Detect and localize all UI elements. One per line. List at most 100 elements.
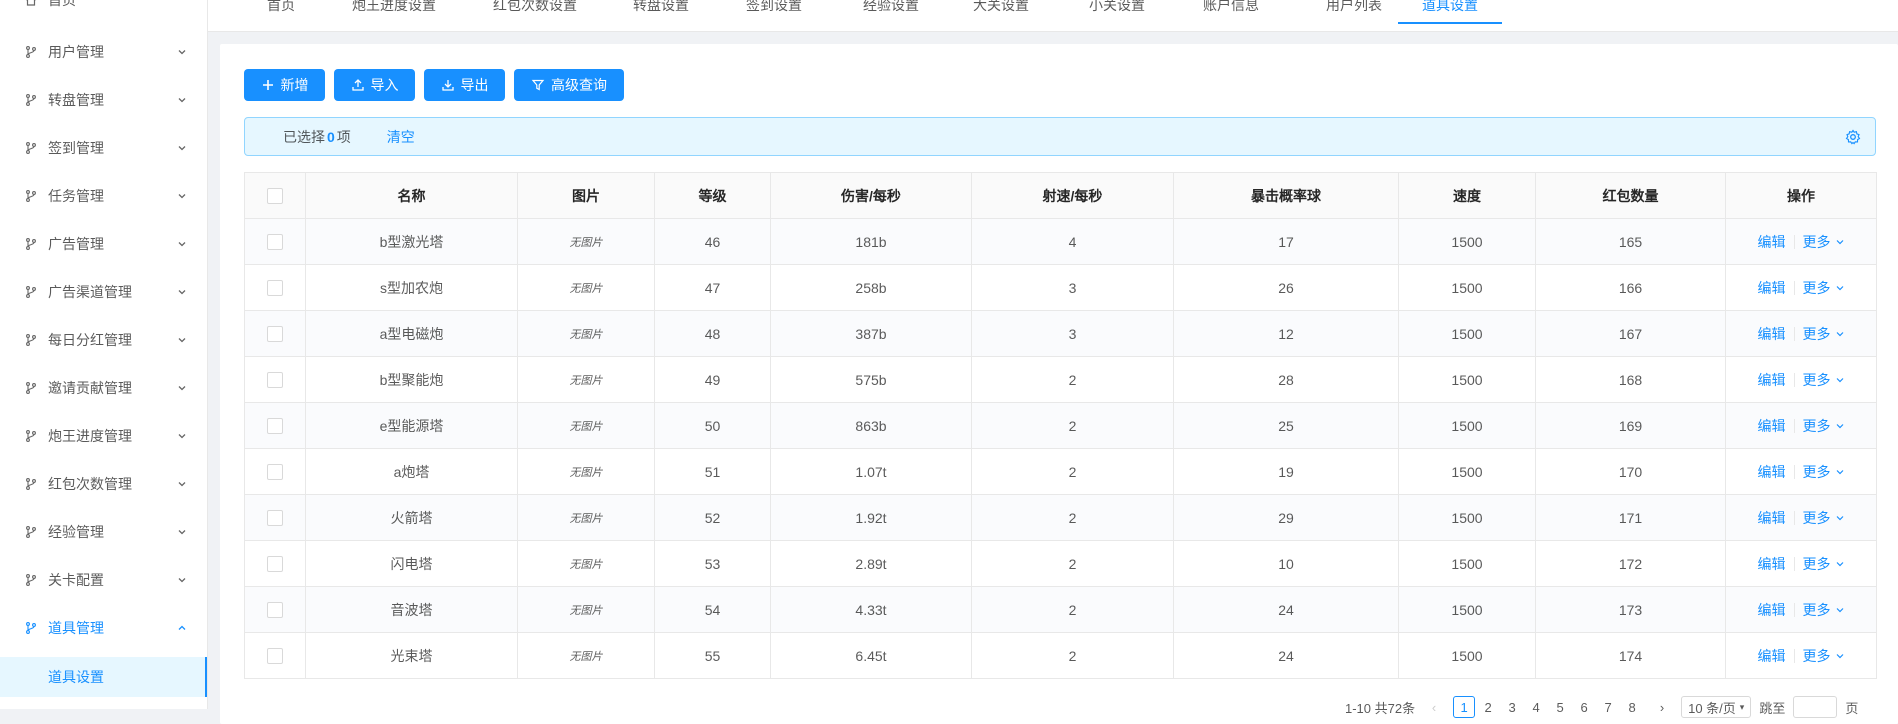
edit-link[interactable]: 编辑 bbox=[1758, 462, 1786, 482]
tab-7[interactable]: 小关设置 bbox=[1077, 0, 1157, 24]
chevron-down-icon bbox=[1836, 331, 1843, 336]
edit-link[interactable]: 编辑 bbox=[1758, 646, 1786, 666]
page-8-button[interactable]: 8 bbox=[1621, 696, 1643, 718]
add-button[interactable]: 新增 bbox=[244, 69, 325, 101]
jump-input[interactable] bbox=[1793, 696, 1838, 718]
sidebar-item-ads[interactable]: 广告管理 bbox=[0, 224, 207, 264]
cell-speed: 1500 bbox=[1398, 586, 1536, 633]
page-7-button[interactable]: 7 bbox=[1597, 696, 1619, 718]
branch-icon bbox=[24, 477, 38, 491]
tab-4[interactable]: 签到设置 bbox=[734, 0, 814, 24]
edit-link[interactable]: 编辑 bbox=[1758, 600, 1786, 620]
row-checkbox[interactable] bbox=[267, 556, 283, 573]
cell-redpack: 174 bbox=[1535, 632, 1726, 679]
more-dropdown[interactable]: 更多 bbox=[1803, 554, 1845, 574]
chevron-down-icon bbox=[1836, 469, 1843, 474]
more-dropdown[interactable]: 更多 bbox=[1803, 416, 1845, 436]
cell-rate-text: 2 bbox=[1068, 647, 1077, 664]
page-6-button[interactable]: 6 bbox=[1573, 696, 1595, 718]
sidebar-item-redpack-count[interactable]: 红包次数管理 bbox=[0, 464, 207, 504]
sidebar-item-label: 转盘管理 bbox=[48, 92, 104, 108]
more-dropdown[interactable]: 更多 bbox=[1803, 462, 1845, 482]
sidebar-item-cannon-progress[interactable]: 炮王进度管理 bbox=[0, 416, 207, 456]
sidebar-item-daily-dividend[interactable]: 每日分红管理 bbox=[0, 320, 207, 360]
clear-selection-link[interactable]: 清空 bbox=[387, 127, 415, 147]
edit-link[interactable]: 编辑 bbox=[1758, 554, 1786, 574]
sidebar-item-props[interactable]: 道具管理 bbox=[0, 608, 207, 648]
cell-image-text: 无图片 bbox=[569, 605, 603, 617]
tab-9[interactable]: 用户列表 bbox=[1314, 0, 1394, 24]
more-dropdown[interactable]: 更多 bbox=[1803, 370, 1845, 390]
tab-5[interactable]: 经验设置 bbox=[851, 0, 931, 24]
sidebar-item-levels[interactable]: 关卡配置 bbox=[0, 560, 207, 600]
add-button-label: 新增 bbox=[280, 77, 309, 93]
more-dropdown[interactable]: 更多 bbox=[1803, 324, 1845, 344]
cell-crit-text: 24 bbox=[1278, 601, 1294, 618]
more-dropdown[interactable]: 更多 bbox=[1803, 508, 1845, 528]
sidebar-item-invite[interactable]: 邀请贡献管理 bbox=[0, 368, 207, 408]
more-dropdown[interactable]: 更多 bbox=[1803, 232, 1845, 252]
more-dropdown[interactable]: 更多 bbox=[1803, 646, 1845, 666]
page-1-button[interactable]: 1 bbox=[1453, 696, 1476, 718]
row-checkbox[interactable] bbox=[267, 372, 283, 389]
row-checkbox[interactable] bbox=[267, 602, 283, 619]
chevron-down-icon bbox=[176, 286, 188, 298]
advanced-query-button[interactable]: 高级查询 bbox=[514, 69, 624, 101]
edit-link[interactable]: 编辑 bbox=[1758, 278, 1786, 298]
edit-link[interactable]: 编辑 bbox=[1758, 508, 1786, 528]
select-all-checkbox[interactable] bbox=[267, 188, 283, 205]
page-size-select[interactable]: 10 条/页 ▾ bbox=[1681, 696, 1752, 718]
cell-crit-text: 17 bbox=[1278, 233, 1294, 250]
cell-name-text: e型能源塔 bbox=[379, 417, 444, 434]
row-checkbox[interactable] bbox=[267, 280, 283, 297]
edit-link[interactable]: 编辑 bbox=[1758, 324, 1786, 344]
sidebar-item-wheel[interactable]: 转盘管理 bbox=[0, 80, 207, 120]
cell-speed: 1500 bbox=[1398, 448, 1536, 495]
edit-link[interactable]: 编辑 bbox=[1758, 232, 1786, 252]
cell-speed-text: 1500 bbox=[1451, 555, 1483, 572]
page-2-button[interactable]: 2 bbox=[1477, 696, 1499, 718]
table-row: e型能源塔 无图片 50 863b 2 25 1500 169 编辑 更多 bbox=[244, 402, 1877, 449]
row-checkbox[interactable] bbox=[267, 510, 283, 527]
row-checkbox[interactable] bbox=[267, 326, 283, 343]
tab-8[interactable]: 账户信息 bbox=[1191, 0, 1271, 24]
more-label: 更多 bbox=[1802, 279, 1831, 296]
sidebar-item-home[interactable]: 首页 bbox=[0, 0, 207, 12]
more-dropdown[interactable]: 更多 bbox=[1803, 600, 1845, 620]
sidebar-item-experience[interactable]: 经验管理 bbox=[0, 512, 207, 552]
cell-damage: 1.92t bbox=[770, 494, 972, 541]
tab-2[interactable]: 红包次数设置 bbox=[480, 0, 590, 24]
column-header: 操作 bbox=[1725, 172, 1877, 219]
tab-1[interactable]: 炮王进度设置 bbox=[339, 0, 449, 24]
cell-image: 无图片 bbox=[517, 310, 655, 357]
page-5-button[interactable]: 5 bbox=[1549, 696, 1571, 718]
edit-link[interactable]: 编辑 bbox=[1758, 370, 1786, 390]
more-dropdown[interactable]: 更多 bbox=[1803, 278, 1845, 298]
sidebar-item-tasks[interactable]: 任务管理 bbox=[0, 176, 207, 216]
sidebar-item-ad-channels[interactable]: 广告渠道管理 bbox=[0, 272, 207, 312]
export-button[interactable]: 导出 bbox=[424, 69, 505, 101]
sidebar-item-label: 经验管理 bbox=[48, 524, 104, 540]
chevron-down-icon bbox=[1836, 423, 1843, 428]
row-checkbox[interactable] bbox=[267, 234, 283, 251]
cell-rate: 2 bbox=[971, 632, 1174, 679]
row-checkbox[interactable] bbox=[267, 464, 283, 481]
tab-6[interactable]: 大关设置 bbox=[961, 0, 1041, 24]
prev-page-button[interactable]: ‹ bbox=[1423, 696, 1445, 718]
sidebar-item-users[interactable]: 用户管理 bbox=[0, 32, 207, 72]
tab-3[interactable]: 转盘设置 bbox=[621, 0, 701, 24]
row-checkbox[interactable] bbox=[267, 648, 283, 665]
next-page-button[interactable]: › bbox=[1651, 696, 1673, 718]
import-button[interactable]: 导入 bbox=[334, 69, 415, 101]
tab-10[interactable]: 道具设置 bbox=[1398, 0, 1502, 24]
cell-redpack-text: 168 bbox=[1618, 371, 1643, 388]
page-3-button[interactable]: 3 bbox=[1501, 696, 1523, 718]
submenu-item-prop-settings[interactable]: 道具设置 bbox=[0, 657, 207, 697]
tab-0[interactable]: 首页 bbox=[249, 0, 313, 24]
sidebar-item-signin[interactable]: 签到管理 bbox=[0, 128, 207, 168]
row-checkbox[interactable] bbox=[267, 418, 283, 435]
edit-link[interactable]: 编辑 bbox=[1758, 416, 1786, 436]
gear-icon[interactable] bbox=[1845, 129, 1861, 145]
page-4-button[interactable]: 4 bbox=[1525, 696, 1547, 718]
cell-rate: 2 bbox=[971, 402, 1174, 449]
